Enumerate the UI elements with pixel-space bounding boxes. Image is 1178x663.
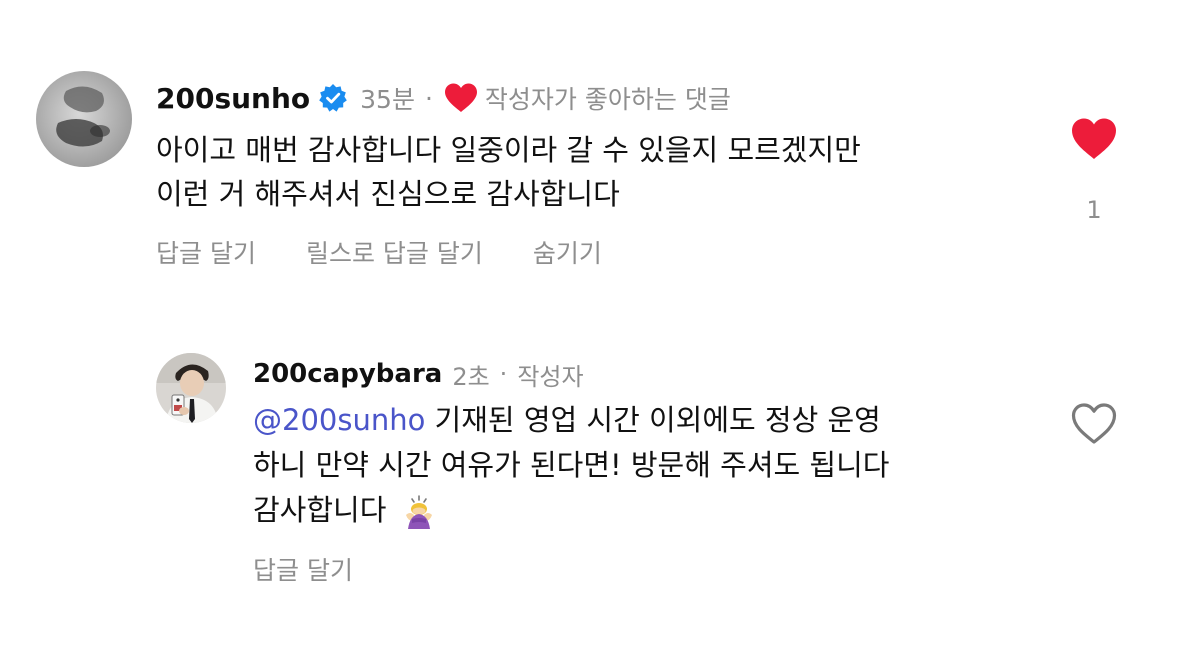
comment-text-line1: 아이고 매번 감사합니다 일중이라 갈 수 있을지 모르겠지만 [156, 133, 861, 167]
avatar-200sunho[interactable] [36, 71, 132, 167]
reply-button[interactable]: 답글 달기 [156, 234, 256, 270]
like-button-outline[interactable] [1070, 402, 1118, 446]
separator-dot: · [424, 83, 433, 113]
comment-actions: 답글 달기 릴스로 답글 달기 숨기기 [156, 234, 652, 270]
separator-dot: · [499, 360, 508, 388]
heart-outline-icon [1071, 403, 1117, 444]
reply-with-reels-button[interactable]: 릴스로 답글 달기 [306, 234, 483, 270]
verified-badge-icon [318, 83, 348, 113]
reply-header: 200capybara 2초 · 작성자 [253, 356, 584, 392]
creator-liked-label: 작성자가 좋아하는 댓글 [484, 85, 731, 114]
comment-header: 200sunho 35분 · 작성자가 좋아하는 댓글 [156, 78, 731, 118]
comment-text: 아이고 매번 감사합니다 일중이라 갈 수 있을지 모르겠지만 이런 거 해주셔… [156, 128, 861, 216]
reply-text-line2: 하니 만약 시간 여유가 된다면! 방문해 주셔도 됩니다 [253, 448, 890, 482]
reply-time: 2초 [452, 362, 490, 391]
reply-to-reply-button[interactable]: 답글 달기 [253, 551, 353, 587]
creator-liked-heart-icon [443, 82, 479, 114]
comment-username[interactable]: 200sunho [156, 82, 310, 115]
like-button-filled[interactable] [1070, 117, 1118, 161]
hide-button[interactable]: 숨기기 [533, 234, 602, 270]
avatar-200capybara[interactable] [156, 353, 226, 423]
reply-actions: 답글 달기 [253, 551, 403, 587]
person-bowing-emoji-icon [400, 493, 438, 531]
like-count: 1 [1086, 196, 1102, 224]
heart-filled-icon [1072, 118, 1116, 159]
reply-text-line1-rest: 기재된 영업 시간 이외에도 정상 운영 [425, 403, 881, 437]
reply-text-line1: @200sunho 기재된 영업 시간 이외에도 정상 운영 [253, 398, 889, 443]
mention-link[interactable]: @200sunho [253, 403, 425, 437]
reply-username[interactable]: 200capybara [253, 359, 442, 389]
reply-text: @200sunho 기재된 영업 시간 이외에도 정상 운영 하니 만약 시간 … [253, 398, 889, 533]
comment-time: 35분 [360, 85, 415, 114]
author-badge: 작성자 [517, 362, 584, 391]
reply-text-line3-text: 감사합니다 [253, 493, 387, 527]
reply-text-line3: 감사합니다 [253, 488, 889, 533]
comment-text-line2: 이런 거 해주셔서 진심으로 감사합니다 [156, 177, 620, 211]
